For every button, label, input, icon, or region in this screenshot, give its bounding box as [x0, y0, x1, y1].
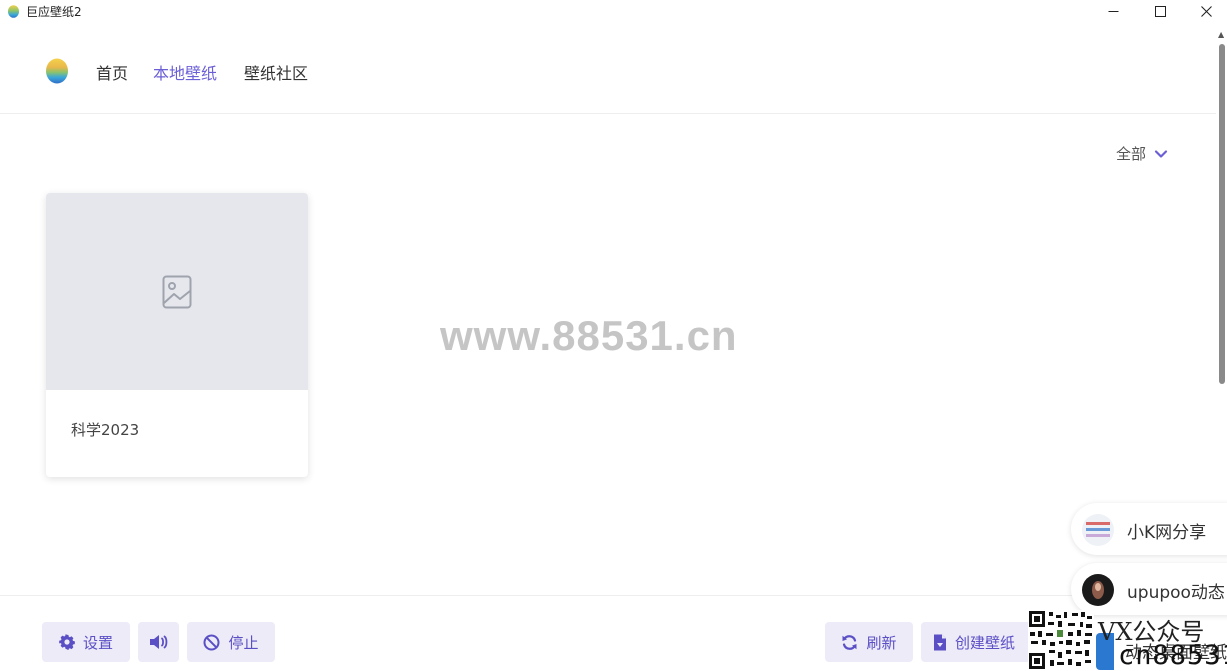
- settings-label: 设置: [82, 633, 113, 652]
- image-placeholder-icon: [162, 275, 192, 309]
- avatar: [1082, 574, 1114, 606]
- xk-avatar-icon: [1082, 514, 1114, 546]
- filter-selected-label: 全部: [1116, 145, 1147, 163]
- upupoo-avatar-icon: [1082, 574, 1114, 606]
- close-button[interactable]: [1183, 0, 1227, 22]
- settings-button[interactable]: 设置: [42, 622, 130, 662]
- refresh-icon: [842, 634, 857, 650]
- volume-icon: [149, 635, 167, 649]
- qr-code-icon: [1028, 610, 1094, 670]
- overlay-number: cn88531: [1118, 640, 1227, 671]
- scroll-thumb[interactable]: [1219, 44, 1225, 384]
- ban-icon: [203, 634, 220, 650]
- nav-item-wallpaper-community[interactable]: 壁纸社区: [244, 60, 308, 84]
- close-icon: [1200, 5, 1212, 17]
- floating-chip-upupoo[interactable]: upupoo动态: [1071, 563, 1227, 615]
- app-logo-icon: [8, 5, 19, 18]
- top-nav: 首页 本地壁纸 壁纸社区: [0, 22, 1216, 114]
- window-title: 巨应壁纸2: [26, 5, 82, 19]
- gear-icon: [59, 634, 75, 650]
- nav-item-home[interactable]: 首页: [96, 60, 128, 84]
- file-icon: [934, 634, 946, 650]
- create-wallpaper-button[interactable]: 创建壁纸: [921, 622, 1036, 662]
- title-bar: 巨应壁纸2: [0, 0, 1227, 22]
- minimize-icon: [1108, 10, 1118, 12]
- nav-item-local-wallpaper[interactable]: 本地壁纸: [153, 60, 217, 84]
- wallpaper-thumbnail[interactable]: [46, 193, 308, 390]
- stop-button[interactable]: 停止: [187, 622, 275, 662]
- scroll-up-arrow-icon[interactable]: ▲: [1218, 30, 1224, 39]
- chip-label: 小K网分享: [1127, 523, 1207, 543]
- app-logo-icon[interactable]: [45, 56, 69, 84]
- chip-label: upupoo动态: [1127, 583, 1225, 603]
- refresh-button[interactable]: 刷新: [825, 622, 913, 662]
- chevron-down-icon: [1154, 149, 1168, 158]
- stop-label: 停止: [228, 633, 259, 652]
- maximize-button[interactable]: [1137, 0, 1183, 22]
- refresh-label: 刷新: [866, 633, 897, 652]
- floating-chip-xk[interactable]: 小K网分享: [1071, 503, 1227, 555]
- wallpaper-title: 科学2023: [71, 421, 140, 439]
- category-filter-dropdown[interactable]: 全部: [1116, 143, 1168, 164]
- volume-button[interactable]: [138, 622, 179, 662]
- minimize-button[interactable]: [1090, 0, 1136, 22]
- maximize-icon: [1154, 5, 1166, 17]
- create-wallpaper-label: 创建壁纸: [955, 633, 1016, 652]
- wallpaper-card[interactable]: 科学2023: [46, 193, 308, 477]
- site-watermark: www.88531.cn: [440, 312, 738, 359]
- avatar: [1082, 514, 1114, 546]
